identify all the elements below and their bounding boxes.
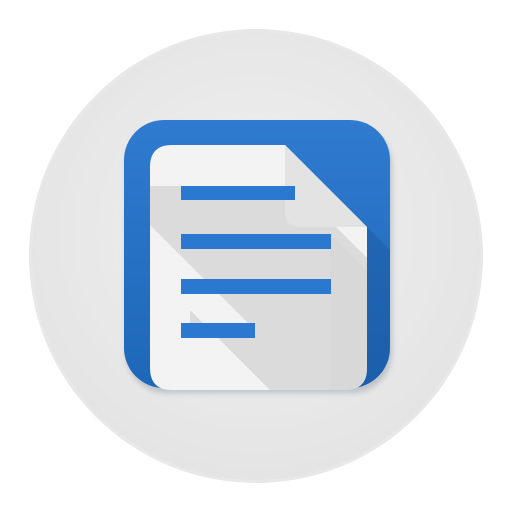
text-line-2 [181, 234, 331, 249]
writer-document-icon [29, 29, 483, 483]
app-icon-stage [0, 0, 512, 512]
text-line-4 [181, 323, 255, 338]
text-line-1 [181, 186, 295, 200]
text-line-3 [181, 279, 331, 294]
